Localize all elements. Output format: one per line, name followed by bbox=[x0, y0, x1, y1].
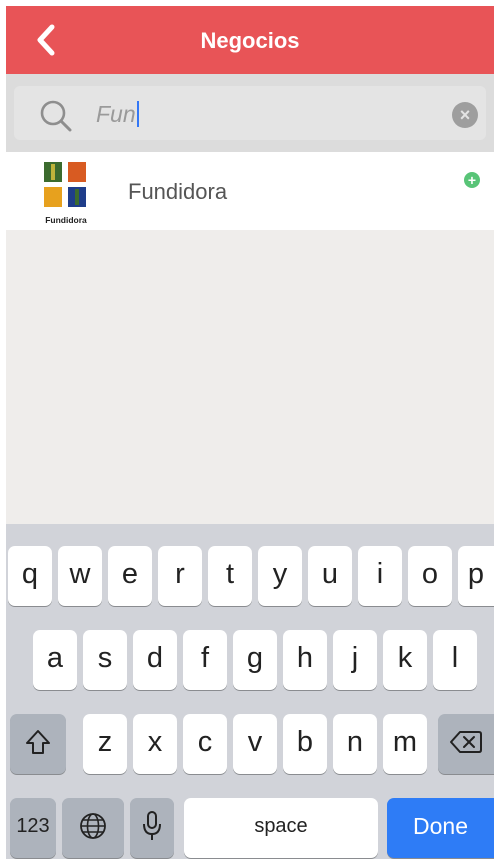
logo-text: Fundidora bbox=[45, 215, 87, 225]
key-x[interactable]: x bbox=[133, 714, 177, 774]
delete-key[interactable] bbox=[438, 714, 494, 774]
key-u[interactable]: u bbox=[308, 546, 352, 606]
header: Negocios bbox=[6, 6, 494, 74]
key-l[interactable]: l bbox=[433, 630, 477, 690]
search-value-text: Fun bbox=[96, 101, 136, 127]
shift-icon bbox=[26, 730, 50, 754]
key-p[interactable]: p bbox=[458, 546, 494, 606]
key-z[interactable]: z bbox=[83, 714, 127, 774]
key-k[interactable]: k bbox=[383, 630, 427, 690]
result-name: Fundidora bbox=[128, 179, 228, 204]
key-y[interactable]: y bbox=[258, 546, 302, 606]
plus-icon: + bbox=[467, 172, 477, 188]
key-b[interactable]: b bbox=[283, 714, 327, 774]
add-icon[interactable]: + bbox=[464, 172, 480, 188]
key-g[interactable]: g bbox=[233, 630, 277, 690]
key-q[interactable]: q bbox=[8, 546, 52, 606]
key-f[interactable]: f bbox=[183, 630, 227, 690]
space-key[interactable]: space bbox=[184, 798, 378, 858]
key-n[interactable]: n bbox=[333, 714, 377, 774]
text-caret bbox=[136, 101, 139, 127]
key-i[interactable]: i bbox=[358, 546, 402, 606]
dictation-key[interactable] bbox=[130, 798, 174, 858]
search-bar: Fun × bbox=[6, 74, 494, 152]
clear-icon: × bbox=[459, 105, 471, 125]
microphone-icon bbox=[143, 811, 161, 840]
globe-key[interactable] bbox=[62, 798, 124, 858]
key-o[interactable]: o bbox=[408, 546, 452, 606]
key-c[interactable]: c bbox=[183, 714, 227, 774]
key-e[interactable]: e bbox=[108, 546, 152, 606]
list-item[interactable]: Fundidora Fundidora + bbox=[6, 152, 494, 230]
shift-key[interactable] bbox=[10, 714, 66, 774]
key-m[interactable]: m bbox=[383, 714, 427, 774]
fundidora-logo: Fundidora bbox=[44, 162, 87, 225]
key-j[interactable]: j bbox=[333, 630, 377, 690]
key-h[interactable]: h bbox=[283, 630, 327, 690]
backspace-icon bbox=[450, 731, 482, 753]
page-title: Negocios bbox=[200, 28, 300, 53]
keyboard: q w e r t y u i o p a s d f g h j k l z … bbox=[6, 524, 494, 859]
search-icon bbox=[40, 100, 72, 132]
key-d[interactable]: d bbox=[133, 630, 177, 690]
key-r[interactable]: r bbox=[158, 546, 202, 606]
clear-search-button[interactable]: × bbox=[452, 102, 478, 128]
key-w[interactable]: w bbox=[58, 546, 102, 606]
key-a[interactable]: a bbox=[33, 630, 77, 690]
app-frame: Negocios Fun × Fundidora Fundidora + q w… bbox=[6, 6, 494, 859]
globe-icon bbox=[80, 813, 106, 839]
key-t[interactable]: t bbox=[208, 546, 252, 606]
search-value: Fun bbox=[96, 101, 139, 128]
key-v[interactable]: v bbox=[233, 714, 277, 774]
search-input[interactable]: Fun × bbox=[14, 86, 486, 140]
key-s[interactable]: s bbox=[83, 630, 127, 690]
done-key[interactable]: Done bbox=[387, 798, 494, 858]
numbers-key[interactable]: 123 bbox=[10, 798, 56, 858]
